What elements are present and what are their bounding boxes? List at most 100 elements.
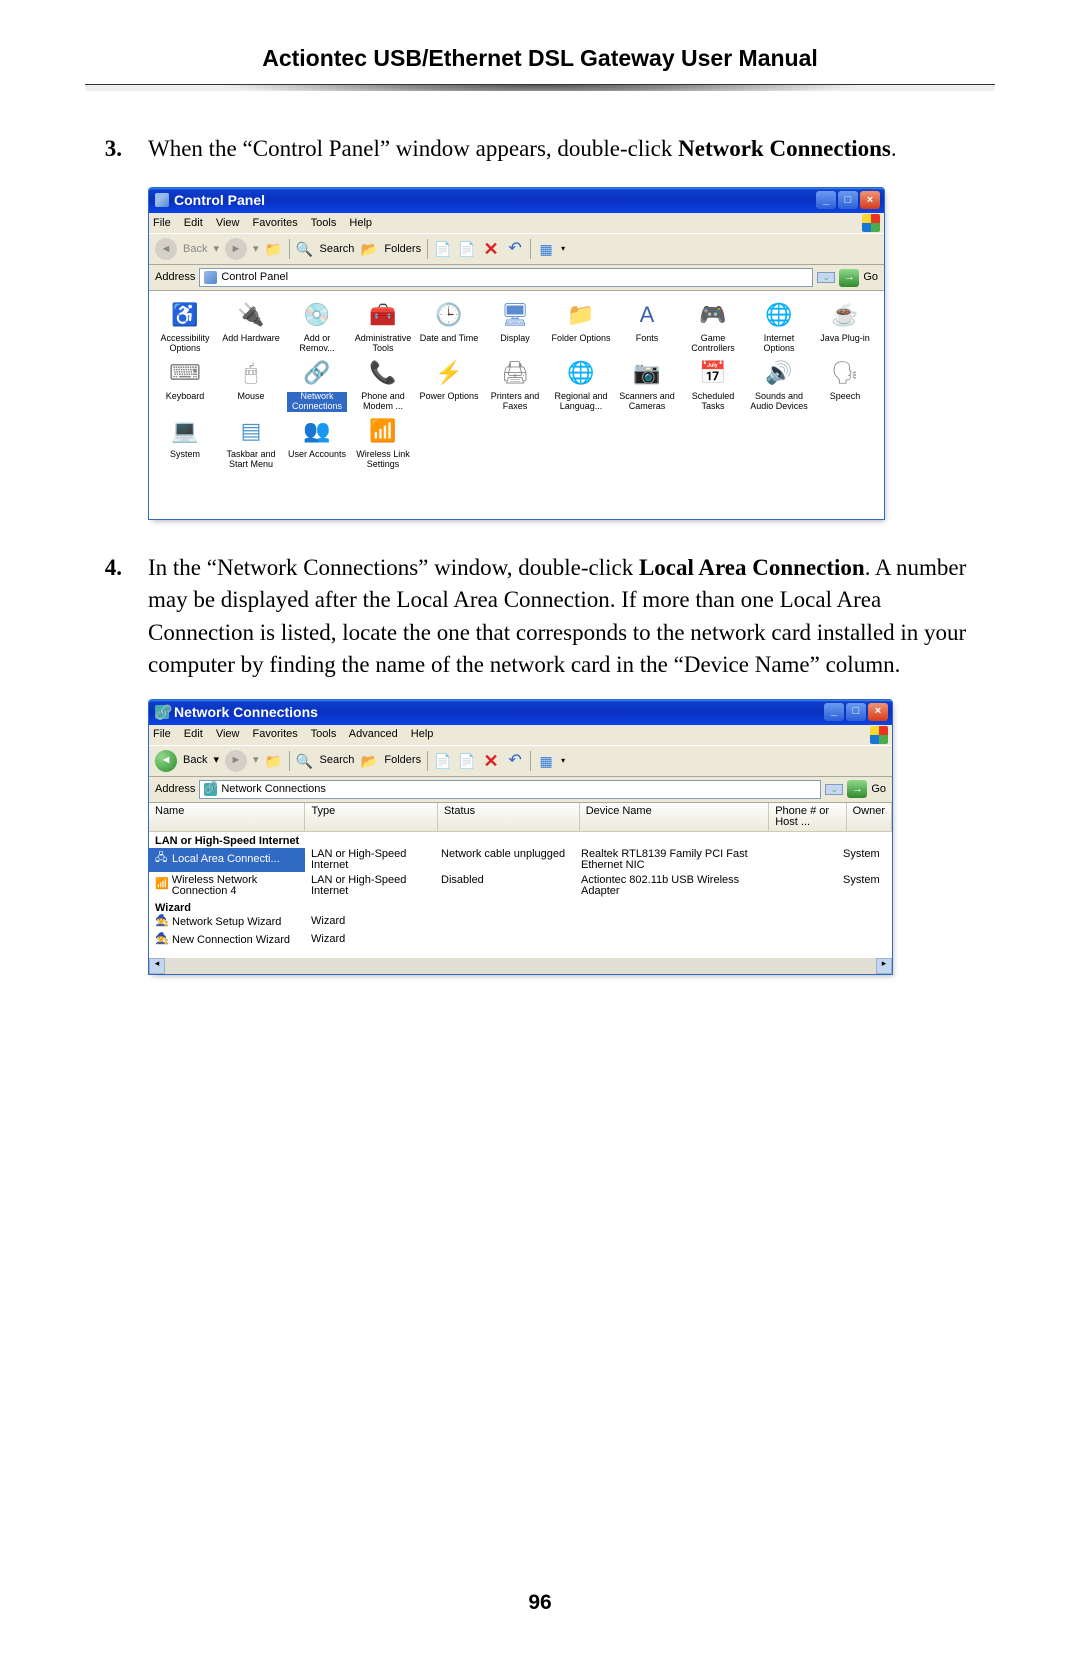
maximize-button[interactable]: □ [838,191,858,209]
address-dropdown[interactable]: ⌄ [825,784,843,795]
nc-row-new-connection-wizard[interactable]: 🧙New Connection WizardWizard [149,932,892,950]
menu-view[interactable]: View [216,728,240,740]
menu-tools[interactable]: Tools [311,728,337,740]
cp-item-scheduled-tasks[interactable]: 📅Scheduled Tasks [683,357,743,412]
maximize-button[interactable]: □ [846,703,866,721]
cp-item-power-options[interactable]: ⚡Power Options [419,357,479,412]
cp-item-keyboard[interactable]: ⌨Keyboard [155,357,215,412]
conn-type: LAN or High-Speed Internet [305,874,435,898]
control-panel-window: Control Panel _ □ × File Edit View Favor… [148,187,885,520]
menu-edit[interactable]: Edit [184,217,203,229]
nc-columns[interactable]: Name Type Status Device Name Phone # or … [149,803,892,832]
nc-row-network-setup-wizard[interactable]: 🧙Network Setup WizardWizard [149,914,892,932]
copy-icon[interactable]: 📄 [458,240,476,258]
menu-favorites[interactable]: Favorites [253,728,298,740]
forward-button[interactable]: ► [225,750,247,772]
conn-owner: System [837,874,892,898]
close-button[interactable]: × [860,191,880,209]
cp-item-icon: 🔊 [763,357,795,389]
cp-item-regional-and-languag-[interactable]: 🌐Regional and Languag... [551,357,611,412]
folders-icon[interactable]: 📂 [360,752,378,770]
cp-item-icon: 📞 [367,357,399,389]
nc-address-field[interactable]: 🔗 Network Connections [199,780,821,799]
scroll-right-button[interactable]: ▸ [876,958,892,974]
go-button[interactable]: → [839,269,859,287]
cp-item-system[interactable]: 💻System [155,415,215,470]
cp-item-accessibility-options[interactable]: ♿Accessibility Options [155,299,215,354]
cp-item-game-controllers[interactable]: 🎮Game Controllers [683,299,743,354]
menu-favorites[interactable]: Favorites [253,217,298,229]
minimize-button[interactable]: _ [824,703,844,721]
cp-item-icon: 👥 [301,415,333,447]
conn-type: LAN or High-Speed Internet [305,848,435,872]
copy-icon[interactable]: 📄 [458,752,476,770]
back-button[interactable]: ◄ [155,750,177,772]
cp-item-network-connections[interactable]: 🔗Network Connections [287,357,347,412]
menu-file[interactable]: File [153,728,171,740]
conn-device [575,915,767,931]
delete-icon[interactable]: ✕ [482,240,500,258]
menu-file[interactable]: File [153,217,171,229]
nc-titlebar[interactable]: 🔗 Network Connections _ □ × [149,700,892,725]
folders-icon[interactable]: 📂 [360,240,378,258]
cp-item-display[interactable]: 🖥Display [485,299,545,354]
cp-item-java-plug-in[interactable]: ☕Java Plug-in [815,299,875,354]
cp-address-field[interactable]: Control Panel [199,268,813,287]
cp-item-label: Mouse [221,392,281,402]
cp-titlebar[interactable]: Control Panel _ □ × [149,188,884,213]
nc-row-local-area-connecti-[interactable]: 🖧Local Area Connecti...LAN or High-Speed… [149,847,892,873]
cp-item-user-accounts[interactable]: 👥User Accounts [287,415,347,470]
cp-item-phone-and-modem-[interactable]: 📞Phone and Modem ... [353,357,413,412]
views-icon[interactable]: ▦ [537,752,555,770]
minimize-button[interactable]: _ [816,191,836,209]
cp-item-wireless-link-settings[interactable]: 📶Wireless Link Settings [353,415,413,470]
up-button[interactable]: 📁 [265,752,283,770]
menu-help[interactable]: Help [349,217,372,229]
cp-item-printers-and-faxes[interactable]: 🖨Printers and Faxes [485,357,545,412]
cp-item-label: Add or Remov... [287,334,347,354]
cp-item-icon: 🖨 [499,357,531,389]
conn-icon: 🖧 [155,853,169,867]
move-icon[interactable]: 📄 [434,752,452,770]
nc-window-icon: 🔗 [155,705,169,719]
delete-icon[interactable]: ✕ [482,752,500,770]
menu-tools[interactable]: Tools [311,217,337,229]
conn-status: Network cable unplugged [435,848,575,872]
menu-edit[interactable]: Edit [184,728,203,740]
forward-button[interactable]: ► [225,238,247,260]
close-button[interactable]: × [868,703,888,721]
search-icon[interactable]: 🔍 [296,752,314,770]
move-icon[interactable]: 📄 [434,240,452,258]
back-button[interactable]: ◄ [155,238,177,260]
menu-view[interactable]: View [216,217,240,229]
cp-item-date-and-time[interactable]: 🕒Date and Time [419,299,479,354]
cp-item-add-or-remov-[interactable]: 💿Add or Remov... [287,299,347,354]
cp-item-add-hardware[interactable]: 🔌Add Hardware [221,299,281,354]
cp-item-mouse[interactable]: 🖱Mouse [221,357,281,412]
cp-item-internet-options[interactable]: 🌐Internet Options [749,299,809,354]
undo-icon[interactable]: ↶ [506,752,524,770]
cp-item-folder-options[interactable]: 📁Folder Options [551,299,611,354]
menu-help[interactable]: Help [411,728,434,740]
cp-item-icon: 📁 [565,299,597,331]
nc-row-wireless-network-connection-4[interactable]: 📶Wireless Network Connection 4LAN or Hig… [149,873,892,899]
nc-hscroll[interactable]: ◂ ▸ [149,958,892,974]
cp-item-scanners-and-cameras[interactable]: 📷Scanners and Cameras [617,357,677,412]
views-icon[interactable]: ▦ [537,240,555,258]
address-dropdown[interactable]: ⌄ [817,272,835,283]
undo-icon[interactable]: ↶ [506,240,524,258]
conn-phone [767,874,837,898]
cp-item-label: Accessibility Options [155,334,215,354]
up-button[interactable]: 📁 [265,240,283,258]
cp-item-administrative-tools[interactable]: 🧰Administrative Tools [353,299,413,354]
conn-phone [767,848,837,872]
cp-item-sounds-and-audio-devices[interactable]: 🔊Sounds and Audio Devices [749,357,809,412]
cp-item-taskbar-and-start-menu[interactable]: ▤Taskbar and Start Menu [221,415,281,470]
conn-owner [837,915,892,931]
scroll-left-button[interactable]: ◂ [149,958,165,974]
go-button[interactable]: → [847,780,867,798]
menu-advanced[interactable]: Advanced [349,728,398,740]
search-icon[interactable]: 🔍 [296,240,314,258]
cp-item-fonts[interactable]: AFonts [617,299,677,354]
cp-item-speech[interactable]: 🗣Speech [815,357,875,412]
